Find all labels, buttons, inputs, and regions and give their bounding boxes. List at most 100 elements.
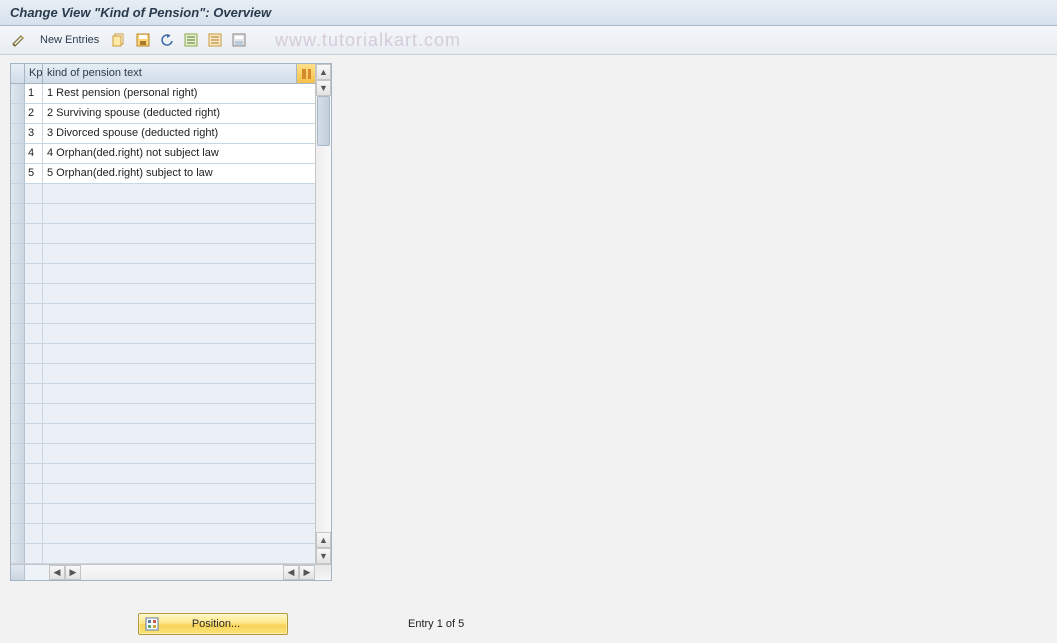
cell-kp[interactable] bbox=[25, 264, 43, 284]
row-selector[interactable] bbox=[11, 424, 25, 444]
header-selector[interactable] bbox=[11, 64, 25, 83]
table-row-empty[interactable] bbox=[11, 544, 315, 564]
row-selector[interactable] bbox=[11, 444, 25, 464]
cell-kp[interactable]: 2 bbox=[25, 104, 43, 124]
table-row-empty[interactable] bbox=[11, 364, 315, 384]
cell-text[interactable] bbox=[43, 224, 315, 244]
deselect-all-icon[interactable] bbox=[205, 30, 225, 50]
toggle-edit-icon[interactable] bbox=[8, 30, 30, 50]
cell-text[interactable] bbox=[43, 524, 315, 544]
cell-text[interactable] bbox=[43, 544, 315, 564]
table-row-empty[interactable] bbox=[11, 344, 315, 364]
row-selector[interactable] bbox=[11, 184, 25, 204]
table-row-empty[interactable] bbox=[11, 504, 315, 524]
cell-text[interactable] bbox=[43, 504, 315, 524]
scroll-thumb[interactable] bbox=[317, 96, 330, 146]
save-icon[interactable] bbox=[133, 30, 153, 50]
scroll-right-icon[interactable]: ▶ bbox=[299, 565, 315, 580]
cell-text[interactable] bbox=[43, 244, 315, 264]
cell-kp[interactable] bbox=[25, 424, 43, 444]
table-row-empty[interactable] bbox=[11, 324, 315, 344]
cell-text[interactable]: 2 Surviving spouse (deducted right) bbox=[43, 104, 315, 124]
table-row[interactable]: 33 Divorced spouse (deducted right) bbox=[11, 124, 315, 144]
table-row-empty[interactable] bbox=[11, 524, 315, 544]
row-selector[interactable] bbox=[11, 384, 25, 404]
row-selector[interactable] bbox=[11, 344, 25, 364]
scroll-up-step-icon[interactable]: ▲ bbox=[316, 532, 331, 548]
cell-kp[interactable] bbox=[25, 204, 43, 224]
cell-text[interactable] bbox=[43, 364, 315, 384]
new-entries-button[interactable]: New Entries bbox=[34, 30, 105, 50]
table-row-empty[interactable] bbox=[11, 184, 315, 204]
row-selector[interactable] bbox=[11, 304, 25, 324]
cell-text[interactable]: 1 Rest pension (personal right) bbox=[43, 84, 315, 104]
header-text[interactable]: kind of pension text bbox=[43, 64, 297, 83]
row-selector[interactable] bbox=[11, 244, 25, 264]
cell-text[interactable] bbox=[43, 404, 315, 424]
table-row-empty[interactable] bbox=[11, 444, 315, 464]
cell-text[interactable] bbox=[43, 284, 315, 304]
row-selector[interactable] bbox=[11, 324, 25, 344]
cell-kp[interactable] bbox=[25, 184, 43, 204]
row-selector[interactable] bbox=[11, 264, 25, 284]
cell-text[interactable] bbox=[43, 304, 315, 324]
scroll-right-step-icon[interactable]: ▶ bbox=[65, 565, 81, 580]
row-selector[interactable] bbox=[11, 364, 25, 384]
scroll-track[interactable] bbox=[316, 96, 331, 532]
select-all-icon[interactable] bbox=[181, 30, 201, 50]
table-settings-icon[interactable] bbox=[297, 64, 315, 83]
cell-text[interactable] bbox=[43, 484, 315, 504]
cell-kp[interactable] bbox=[25, 444, 43, 464]
scroll-left-step-icon[interactable]: ◀ bbox=[283, 565, 299, 580]
cell-text[interactable] bbox=[43, 204, 315, 224]
cell-kp[interactable] bbox=[25, 244, 43, 264]
table-row-empty[interactable] bbox=[11, 304, 315, 324]
table-row-empty[interactable] bbox=[11, 484, 315, 504]
cell-kp[interactable]: 5 bbox=[25, 164, 43, 184]
cell-kp[interactable] bbox=[25, 364, 43, 384]
table-row[interactable]: 22 Surviving spouse (deducted right) bbox=[11, 104, 315, 124]
table-row-empty[interactable] bbox=[11, 264, 315, 284]
row-selector[interactable] bbox=[11, 464, 25, 484]
print-icon[interactable] bbox=[229, 30, 249, 50]
table-row-empty[interactable] bbox=[11, 224, 315, 244]
hscroll-track[interactable] bbox=[81, 565, 283, 580]
cell-text[interactable] bbox=[43, 184, 315, 204]
row-selector[interactable] bbox=[11, 504, 25, 524]
row-selector[interactable] bbox=[11, 284, 25, 304]
cell-text[interactable] bbox=[43, 384, 315, 404]
cell-kp[interactable] bbox=[25, 404, 43, 424]
cell-text[interactable] bbox=[43, 424, 315, 444]
row-selector[interactable] bbox=[11, 524, 25, 544]
table-row-empty[interactable] bbox=[11, 384, 315, 404]
row-selector[interactable] bbox=[11, 144, 25, 164]
cell-kp[interactable] bbox=[25, 484, 43, 504]
scroll-up-icon[interactable]: ▲ bbox=[316, 64, 331, 80]
table-row-empty[interactable] bbox=[11, 204, 315, 224]
table-row-empty[interactable] bbox=[11, 244, 315, 264]
vertical-scrollbar[interactable]: ▲ ▼ ▲ ▼ bbox=[315, 64, 331, 564]
cell-kp[interactable] bbox=[25, 284, 43, 304]
row-selector[interactable] bbox=[11, 84, 25, 104]
scroll-down-icon[interactable]: ▼ bbox=[316, 548, 331, 564]
row-selector[interactable] bbox=[11, 404, 25, 424]
cell-kp[interactable] bbox=[25, 524, 43, 544]
cell-text[interactable] bbox=[43, 464, 315, 484]
cell-kp[interactable] bbox=[25, 544, 43, 564]
cell-text[interactable] bbox=[43, 344, 315, 364]
row-selector[interactable] bbox=[11, 224, 25, 244]
cell-kp[interactable] bbox=[25, 344, 43, 364]
cell-text[interactable]: 5 Orphan(ded.right) subject to law bbox=[43, 164, 315, 184]
row-selector[interactable] bbox=[11, 544, 25, 564]
cell-kp[interactable]: 1 bbox=[25, 84, 43, 104]
cell-kp[interactable] bbox=[25, 304, 43, 324]
cell-kp[interactable]: 3 bbox=[25, 124, 43, 144]
copy-icon[interactable] bbox=[109, 30, 129, 50]
row-selector[interactable] bbox=[11, 484, 25, 504]
header-kp[interactable]: Kp bbox=[25, 64, 43, 83]
row-selector[interactable] bbox=[11, 104, 25, 124]
row-selector[interactable] bbox=[11, 124, 25, 144]
row-selector[interactable] bbox=[11, 164, 25, 184]
cell-kp[interactable] bbox=[25, 384, 43, 404]
table-row[interactable]: 55 Orphan(ded.right) subject to law bbox=[11, 164, 315, 184]
